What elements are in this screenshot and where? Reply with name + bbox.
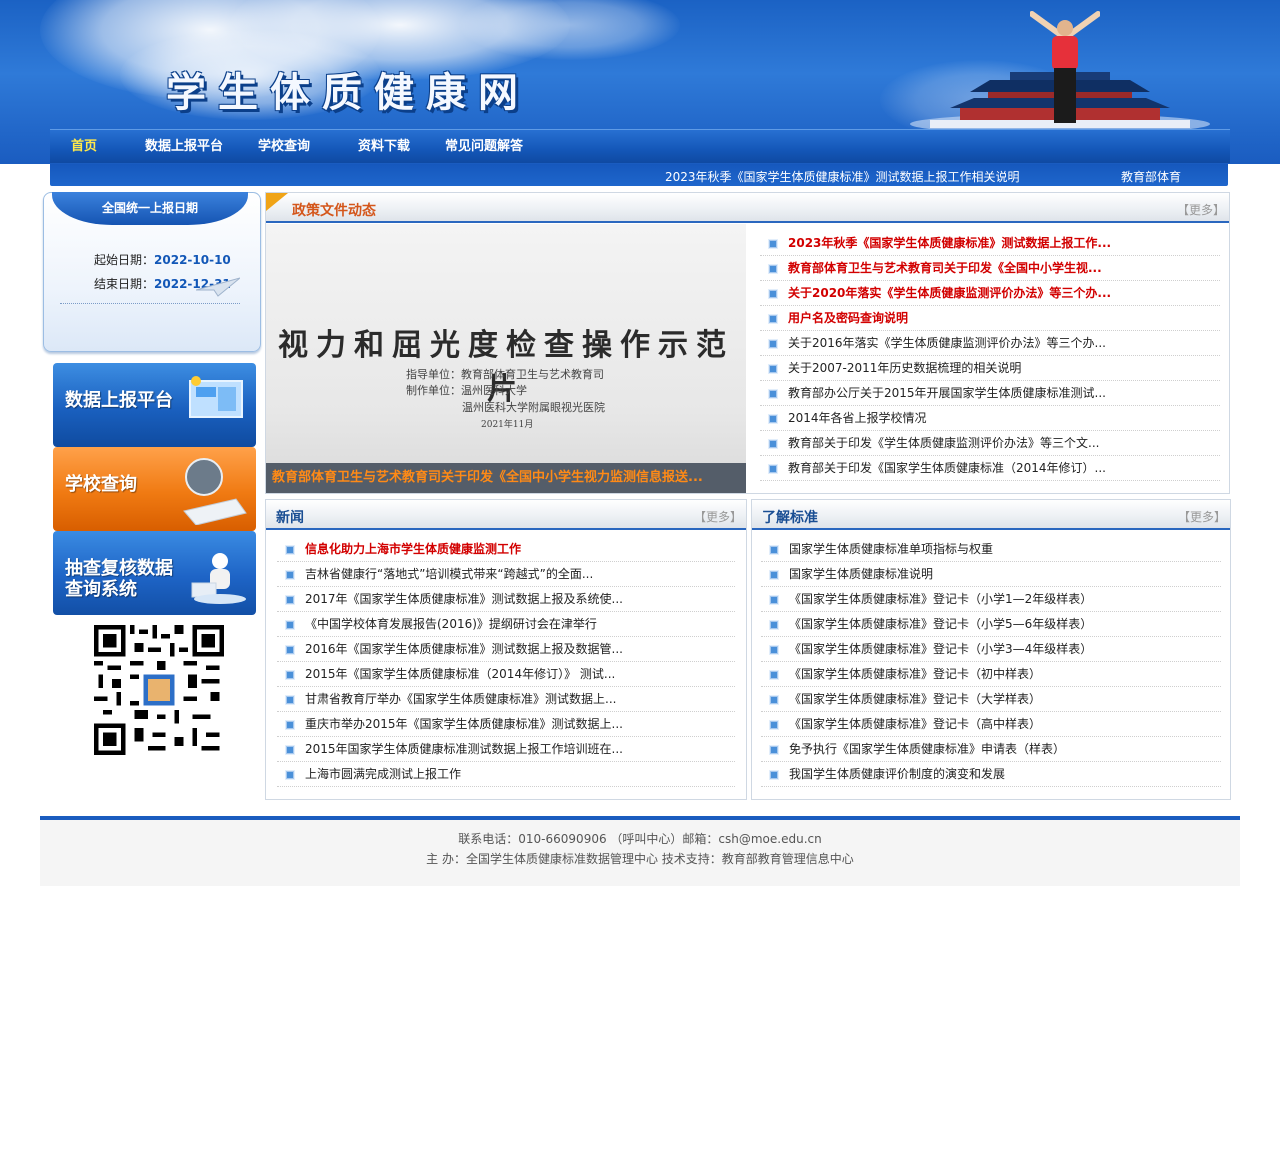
- list-item[interactable]: 用户名及密码查询说明: [760, 306, 1220, 331]
- list-item[interactable]: 吉林省健康行“落地式”培训模式带来“跨越式”的全面...: [277, 562, 735, 587]
- list-item[interactable]: 信息化助力上海市学生体质健康监测工作: [277, 537, 735, 562]
- news-panel-header: 新闻 【更多】: [266, 500, 746, 530]
- site-footer: 联系电话：010-66090906 （呼叫中心）邮箱：csh@moe.edu.c…: [40, 816, 1240, 886]
- list-item[interactable]: 2014年各省上报学校情况: [760, 406, 1220, 431]
- list-item[interactable]: 免予执行《国家学生体质健康标准》申请表（样表）: [761, 737, 1221, 762]
- news-ticker: 2023年秋季《国家学生体质健康标准》测试数据上报工作相关说明 教育部体育: [50, 164, 1228, 186]
- slide-guide-unit: 指导单位：教育部体育卫生与艺术教育司: [406, 368, 604, 381]
- policy-list: 2023年秋季《国家学生体质健康标准》测试数据上报工作... 教育部体育卫生与艺…: [760, 231, 1220, 481]
- site-logo-title: 学生体质健康网: [166, 70, 530, 116]
- list-item[interactable]: 2015年《国家学生体质健康标准（2014年修订）》 测试...: [277, 662, 735, 687]
- list-item[interactable]: 教育部体育卫生与艺术教育司关于印发《全国中小学生视...: [760, 256, 1220, 281]
- list-item[interactable]: 《国家学生体质健康标准》登记卡（小学1—2年级样表）: [761, 587, 1221, 612]
- policy-more-link[interactable]: 【更多】: [1177, 201, 1225, 218]
- policy-panel-title: 政策文件动态: [292, 203, 376, 219]
- standard-more-link[interactable]: 【更多】: [1178, 508, 1226, 525]
- nav-school-query[interactable]: 学校查询: [258, 130, 310, 164]
- globe-laptop-icon: [183, 458, 247, 525]
- list-item[interactable]: 国家学生体质健康标准说明: [761, 562, 1221, 587]
- news-panel-title: 新闻: [276, 510, 304, 526]
- paper-plane-icon: [196, 277, 240, 297]
- list-item[interactable]: 重庆市举办2015年《国家学生体质健康标准》测试数据上...: [277, 712, 735, 737]
- news-more-link[interactable]: 【更多】: [694, 508, 742, 525]
- slide-date: 2021年11月: [481, 420, 534, 430]
- site-header: 学生体质健康网 首页 数据上报平台 学校查询 资料下载 常见问题解答: [0, 0, 1280, 164]
- list-item[interactable]: 我国学生体质健康评价制度的演变和发展: [761, 762, 1221, 787]
- list-item[interactable]: 《国家学生体质健康标准》登记卡（初中样表）: [761, 662, 1221, 687]
- footer-contact: 联系电话：010-66090906 （呼叫中心）邮箱：csh@moe.edu.c…: [458, 832, 822, 846]
- list-item[interactable]: 2023年秋季《国家学生体质健康标准》测试数据上报工作...: [760, 231, 1220, 256]
- slide-caption[interactable]: 教育部体育卫生与艺术教育司关于印发《全国中小学生视力监测信息报送...: [266, 463, 746, 493]
- nav-faq[interactable]: 常见问题解答: [445, 130, 523, 164]
- list-item[interactable]: 教育部关于印发《学生体质健康监测评价办法》等三个文...: [760, 431, 1220, 456]
- main-navigation: 首页 数据上报平台 学校查询 资料下载 常见问题解答: [50, 129, 1230, 163]
- slide-maker-unit: 制作单位：温州医科大学: [406, 384, 527, 397]
- list-item[interactable]: 教育部办公厅关于2015年开展国家学生体质健康标准测试...: [760, 381, 1220, 406]
- list-item[interactable]: 关于2020年落实《学生体质健康监测评价办法》等三个办...: [760, 281, 1220, 306]
- list-item[interactable]: 《国家学生体质健康标准》登记卡（小学5—6年级样表）: [761, 612, 1221, 637]
- ticker-item[interactable]: 2023年秋季《国家学生体质健康标准》测试数据上报工作相关说明: [665, 168, 1020, 185]
- news-list: 信息化助力上海市学生体质健康监测工作 吉林省健康行“落地式”培训模式带来“跨越式…: [277, 537, 735, 787]
- end-date-label: 结束日期：: [94, 277, 155, 291]
- data-report-platform-button[interactable]: 数据上报平台: [53, 363, 256, 447]
- standard-panel-header: 了解标准 【更多】: [752, 500, 1230, 530]
- start-date-row: 起始日期：2022-10-10: [94, 251, 231, 268]
- school-query-button[interactable]: 学校查询: [53, 447, 256, 531]
- start-date-value: 2022-10-10: [154, 253, 231, 267]
- standard-panel-title: 了解标准: [762, 510, 818, 526]
- list-item[interactable]: 《国家学生体质健康标准》登记卡（大学样表）: [761, 687, 1221, 712]
- list-item[interactable]: 《国家学生体质健康标准》登记卡（小学3—4年级样表）: [761, 637, 1221, 662]
- list-item[interactable]: 《中国学校体育发展报告(2016)》提纲研讨会在津举行: [277, 612, 735, 637]
- list-item[interactable]: 关于2007-2011年历史数据梳理的相关说明: [760, 356, 1220, 381]
- list-item[interactable]: 2017年《国家学生体质健康标准》测试数据上报及系统使...: [277, 587, 735, 612]
- list-item[interactable]: 关于2016年落实《学生体质健康监测评价办法》等三个办...: [760, 331, 1220, 356]
- athlete-image: [1030, 11, 1100, 123]
- slide-maker-unit-2: 温州医科大学附属眼视光医院: [462, 401, 605, 414]
- screen-icon: [189, 376, 243, 418]
- date-divider: [60, 303, 240, 304]
- corner-flag-icon: [266, 193, 288, 211]
- qr-code-image: [94, 625, 224, 755]
- list-item[interactable]: 2016年《国家学生体质健康标准》测试数据上报及数据管...: [277, 637, 735, 662]
- report-date-heading: 全国统一上报日期: [52, 192, 248, 225]
- list-item[interactable]: 《国家学生体质健康标准》登记卡（高中样表）: [761, 712, 1221, 737]
- nav-downloads[interactable]: 资料下载: [358, 130, 410, 164]
- list-item[interactable]: 教育部关于印发《国家学生体质健康标准（2014年修订）...: [760, 456, 1220, 481]
- list-item[interactable]: 上海市圆满完成测试上报工作: [277, 762, 735, 787]
- nav-home[interactable]: 首页: [71, 130, 97, 164]
- policy-panel-header: 政策文件动态 【更多】: [266, 193, 1229, 223]
- featured-slide[interactable]: 视力和屈光度检查操作示范片 指导单位：教育部体育卫生与艺术教育司 制作单位：温州…: [266, 224, 746, 493]
- list-item[interactable]: 2015年国家学生体质健康标准测试数据上报工作培训班在...: [277, 737, 735, 762]
- start-date-label: 起始日期：: [94, 253, 155, 267]
- nav-data-report-platform[interactable]: 数据上报平台: [145, 130, 223, 164]
- standard-list: 国家学生体质健康标准单项指标与权重 国家学生体质健康标准说明 《国家学生体质健康…: [761, 537, 1221, 787]
- footer-host: 主 办：全国学生体质健康标准数据管理中心 技术支持：教育部教育管理信息中心: [426, 852, 854, 866]
- school-query-label: 学校查询: [65, 474, 137, 495]
- person-computer-icon: [191, 553, 246, 604]
- list-item[interactable]: 国家学生体质健康标准单项指标与权重: [761, 537, 1221, 562]
- recheck-query-system-button[interactable]: 抽查复核数据 查询系统: [53, 531, 256, 615]
- list-item[interactable]: 甘肃省教育厅举办《国家学生体质健康标准》测试数据上...: [277, 687, 735, 712]
- ticker-item[interactable]: 教育部体育: [1121, 168, 1181, 185]
- data-report-platform-label: 数据上报平台: [65, 390, 173, 411]
- recheck-query-label-line2: 查询系统: [65, 579, 137, 600]
